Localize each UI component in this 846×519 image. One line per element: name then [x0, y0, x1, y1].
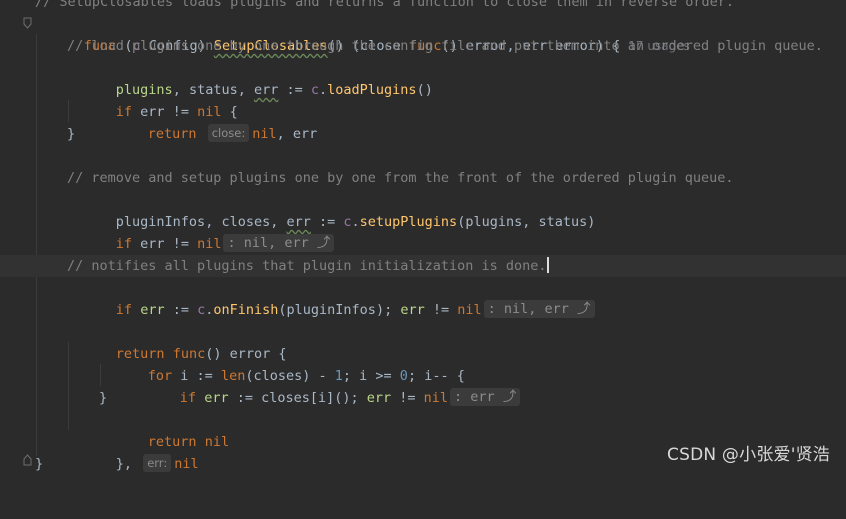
keyword-if: if	[115, 236, 133, 252]
code-line[interactable]: if err != nil: nil, err ⤴	[0, 211, 846, 252]
code-editor[interactable]: // SetupClosables loads plugins and retu…	[0, 0, 846, 473]
code-line[interactable]: // remove and setup plugins one by one f…	[0, 167, 846, 189]
keyword-nil: nil	[457, 302, 482, 318]
keyword-nil: nil	[197, 236, 222, 252]
code-text: :=	[164, 302, 198, 318]
current-code-line[interactable]: // notifies all plugins that plugin init…	[0, 255, 846, 277]
folded-code-hint[interactable]: : nil, err ⤴	[483, 300, 595, 318]
closing-brace: }	[35, 456, 44, 472]
code-line[interactable]: }	[0, 123, 846, 145]
code-line[interactable]: return func() error {	[0, 321, 846, 362]
code-line[interactable]: if err != nil {	[0, 79, 846, 120]
variable-err: err	[140, 302, 165, 318]
code-line[interactable]: return close: nil, err	[0, 101, 846, 142]
code-text: err !=	[132, 236, 198, 252]
code-line[interactable]: for i := len(closes) - 1; i >= 0; i-- {	[0, 343, 846, 384]
code-line[interactable]: pluginInfos, closes, err := c.setupPlugi…	[0, 189, 846, 230]
code-comment: // load plugins one by one through the c…	[67, 38, 823, 54]
code-text: (pluginInfos);	[278, 302, 401, 318]
code-line[interactable]: // load plugins one by one through the c…	[0, 35, 846, 57]
code-line[interactable]: if err := c.onFinish(pluginInfos); err !…	[0, 277, 846, 318]
closing-brace: }	[67, 126, 76, 142]
code-line[interactable]: }	[0, 387, 846, 409]
code-line[interactable]: func (c Config) SetupClosables() (close …	[0, 13, 846, 54]
watermark: CSDN @小张爱'贤浩	[667, 445, 830, 465]
variable-err: err	[400, 302, 425, 318]
method-call[interactable]: onFinish	[213, 302, 278, 318]
code-line[interactable]: if err := closes[i](); err != nil: err ⤴	[0, 365, 846, 406]
code-comment: // notifies all plugins that plugin init…	[67, 258, 547, 274]
code-line[interactable]: return nil	[0, 409, 846, 450]
code-comment: // remove and setup plugins one by one f…	[67, 170, 734, 186]
text-caret	[546, 257, 549, 273]
code-line[interactable]: // SetupClosables loads plugins and retu…	[0, 0, 846, 13]
closing-brace: }	[99, 390, 108, 406]
folded-code-hint[interactable]: : nil, err ⤴	[223, 234, 335, 252]
code-text: !=	[424, 302, 458, 318]
code-line[interactable]: plugins, status, err := c.loadPlugins()	[0, 57, 846, 98]
keyword-if: if	[115, 302, 133, 318]
receiver-name: c	[197, 302, 206, 318]
code-comment: // SetupClosables loads plugins and retu…	[35, 0, 734, 10]
